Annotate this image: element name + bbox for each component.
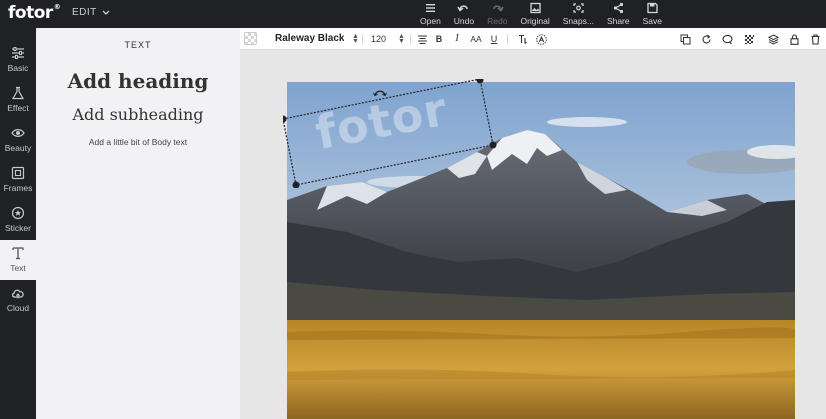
nav-item-effect[interactable]: Effect <box>0 80 36 120</box>
font-size-select[interactable]: 120 ▲ ▼ <box>371 33 405 45</box>
nav-label-effect: Effect <box>7 103 29 113</box>
snapshot-label: Snaps... <box>562 16 594 26</box>
add-body-text-option[interactable]: Add a little bit of Body text <box>36 137 240 147</box>
top-bar: fotor® EDIT Open Undo Redo Original Snap… <box>0 0 826 28</box>
delete-button[interactable] <box>809 33 821 45</box>
nav-item-text[interactable]: Text <box>0 240 36 280</box>
duplicate-icon <box>680 34 690 44</box>
left-nav: Basic Effect Beauty Frames Sticker Text … <box>0 28 36 419</box>
original-label: Original <box>520 16 550 26</box>
eye-icon <box>11 129 25 137</box>
flask-icon <box>11 86 25 100</box>
save-label: Save <box>642 16 662 26</box>
toolbar-divider <box>410 34 411 45</box>
case-button[interactable]: AA <box>469 33 483 45</box>
nav-item-basic[interactable]: Basic <box>0 40 36 80</box>
updown-arrows-icon: ▲ ▼ <box>352 32 359 45</box>
nav-label-beauty: Beauty <box>4 143 32 153</box>
hamburger-icon <box>425 4 435 12</box>
edit-menu[interactable]: EDIT <box>72 7 110 18</box>
edit-menu-label: EDIT <box>72 7 97 18</box>
nav-label-basic: Basic <box>7 63 29 73</box>
chevron-down-icon <box>102 10 110 15</box>
font-family-select[interactable]: Raleway Black ▲ ▼ <box>275 32 359 45</box>
text-effect-button[interactable] <box>535 33 547 45</box>
undo-button[interactable]: Undo <box>454 0 474 28</box>
nav-label-cloud: Cloud <box>6 303 30 313</box>
add-heading-option[interactable]: Add heading <box>36 69 240 93</box>
rotate-button[interactable] <box>700 33 712 45</box>
open-label: Open <box>420 16 441 26</box>
add-subheading-option[interactable]: Add subheading <box>36 105 240 124</box>
share-button[interactable]: Share <box>607 0 630 28</box>
underline-button[interactable]: U <box>488 33 500 45</box>
open-button[interactable]: Open <box>420 0 441 28</box>
shape-button[interactable] <box>721 33 733 45</box>
undo-icon <box>457 5 469 12</box>
text-spacing-button[interactable] <box>517 33 529 45</box>
save-button[interactable]: Save <box>643 0 662 28</box>
share-icon <box>613 2 623 14</box>
text-effect-icon <box>535 33 547 45</box>
nav-item-sticker[interactable]: Sticker <box>0 200 36 240</box>
original-button[interactable]: Original <box>520 0 550 28</box>
rotate-handle[interactable] <box>373 84 387 97</box>
text-panel: TEXT Add heading Add subheading Add a li… <box>36 28 240 419</box>
align-center-icon <box>417 34 427 44</box>
redo-icon <box>493 5 504 12</box>
trash-icon <box>811 33 819 45</box>
bold-button[interactable]: B <box>433 33 445 45</box>
font-family-value: Raleway Black <box>275 33 344 44</box>
panel-title: TEXT <box>124 40 152 50</box>
text-spacing-icon <box>518 34 527 44</box>
speech-bubble-icon <box>721 34 733 44</box>
text-toolbar: Raleway Black ▲ ▼ 120 ▲ ▼ B I AA U <box>240 28 826 50</box>
layers-button[interactable] <box>767 33 779 45</box>
italic-button[interactable]: I <box>451 33 463 45</box>
align-button[interactable] <box>416 33 428 45</box>
updown-arrows-icon: ▲ ▼ <box>398 33 405 45</box>
undo-label: Undo <box>453 16 475 26</box>
font-size-value: 120 <box>371 34 387 44</box>
lock-button[interactable] <box>788 33 800 45</box>
nav-item-beauty[interactable]: Beauty <box>0 120 36 160</box>
nav-label-sticker: Sticker <box>5 223 31 233</box>
fotor-logo[interactable]: fotor® <box>8 3 61 23</box>
snapshot-icon <box>573 3 584 13</box>
share-label: Share <box>606 16 630 26</box>
cloud-icon <box>11 289 24 299</box>
nav-label-text: Text <box>10 263 26 273</box>
checkerboard-icon <box>744 34 754 44</box>
selected-text-element[interactable]: fotor <box>279 76 499 189</box>
snapshot-button[interactable]: Snaps... <box>563 0 594 28</box>
nav-label-frames: Frames <box>3 183 33 193</box>
lock-icon <box>789 33 799 45</box>
transparency-button[interactable] <box>743 33 755 45</box>
redo-label: Redo <box>487 16 508 26</box>
layers-icon <box>767 33 779 45</box>
sticker-icon <box>11 206 25 220</box>
redo-button[interactable]: Redo <box>487 0 507 28</box>
sliders-icon <box>12 47 24 59</box>
text-color-swatch[interactable] <box>244 32 257 45</box>
duplicate-button[interactable] <box>679 33 691 45</box>
toolbar-divider <box>362 34 363 45</box>
nav-item-cloud[interactable]: Cloud <box>0 280 36 320</box>
text-T-icon <box>12 247 24 260</box>
toolbar-divider <box>507 34 508 45</box>
frame-icon <box>11 166 25 180</box>
main-toolbar: Open Undo Redo Original Snaps... Share S… <box>420 0 675 28</box>
save-icon <box>647 2 658 14</box>
image-icon <box>529 2 541 14</box>
rotate-icon <box>701 34 711 43</box>
nav-item-frames[interactable]: Frames <box>0 160 36 200</box>
